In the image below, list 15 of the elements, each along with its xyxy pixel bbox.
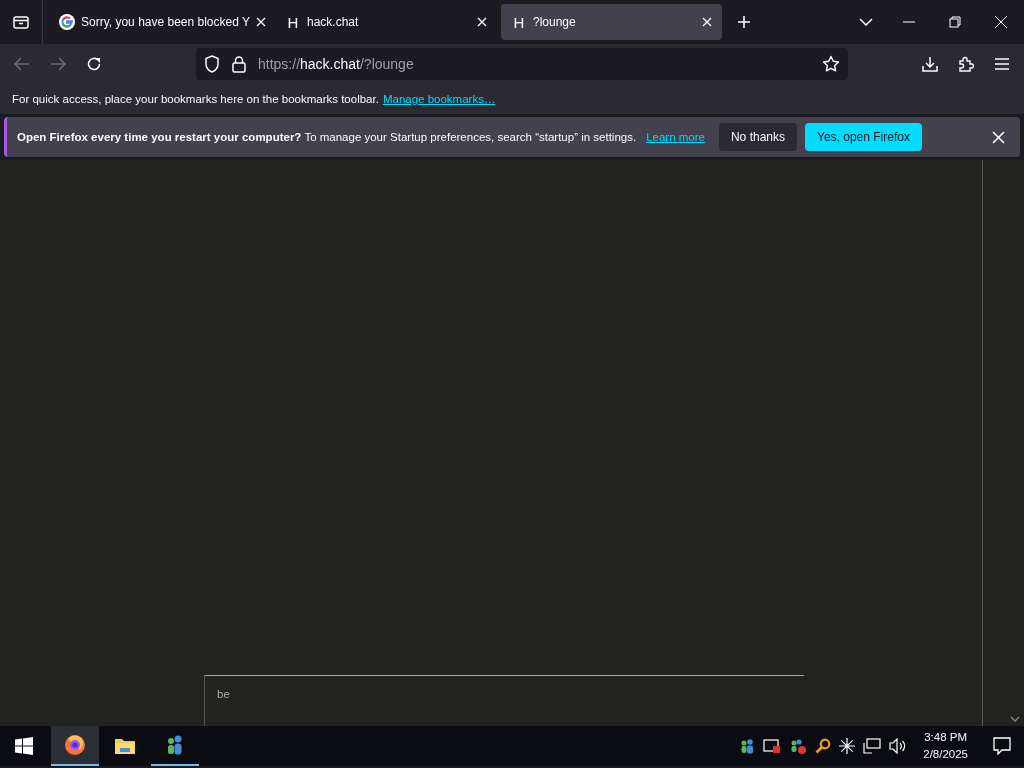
clock[interactable]: 3:48 PM 2/8/2025 [919,729,972,763]
browser-tab[interactable]: H ?lounge [501,4,722,40]
manage-bookmarks-link[interactable]: Manage bookmarks… [382,93,496,105]
browser-tab[interactable]: H hack.chat [275,4,497,40]
url-text: https://hack.chat/?lounge [258,56,414,72]
learn-more-link[interactable]: Learn more [646,131,705,143]
chat-input-text: be [217,688,230,700]
browser-tab[interactable]: Sorry, you have been blocked Y [49,4,271,40]
favicon-letter: H [512,13,526,31]
favicon-letter: H [286,13,300,31]
bookmarks-hint-text: For quick access, place your bookmarks here on the bookmarks toolbar. [12,93,379,105]
confirm-button[interactable]: Yes, open Firefox [805,123,922,151]
address-bar[interactable]: https://hack.chat/?lounge [196,48,848,80]
dismiss-button[interactable]: No thanks [718,123,797,151]
notification-message: Open Firefox every time you restart your computer? To manage your Startup preferences, search “startup” in settings. [17,131,637,143]
